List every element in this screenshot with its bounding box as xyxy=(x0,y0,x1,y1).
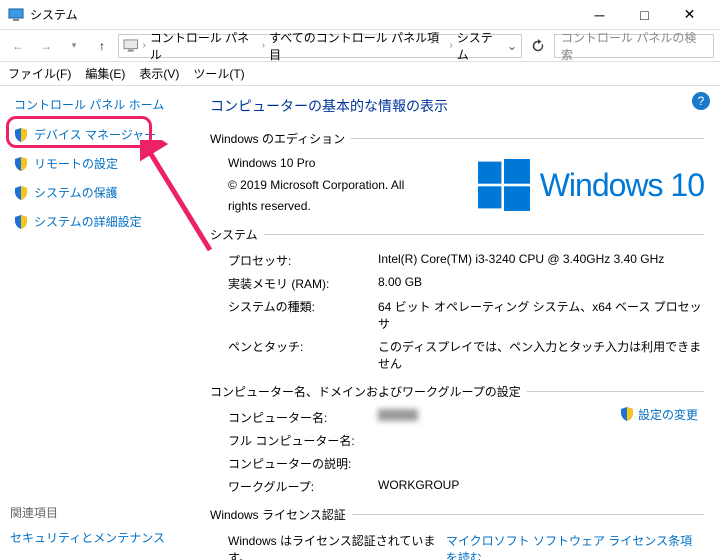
license-terms-link[interactable]: マイクロソフト ソフトウェア ライセンス条項を読む xyxy=(446,532,704,560)
wg-value: WORKGROUP xyxy=(378,478,704,495)
window-title: システム xyxy=(30,6,577,23)
sidebar-item-device-manager[interactable]: デバイス マネージャー xyxy=(10,123,192,146)
back-button[interactable]: ← xyxy=(6,34,30,58)
sidebar-heading[interactable]: コントロール パネル ホーム xyxy=(10,96,192,113)
sidebar-item-label: システムの詳細設定 xyxy=(34,213,142,230)
menu-edit[interactable]: 編集(E) xyxy=(85,65,125,82)
search-input[interactable]: コントロール パネルの検索 xyxy=(554,34,714,58)
chevron-right-icon: › xyxy=(262,40,265,51)
brand-text: Windows 10 xyxy=(540,167,704,204)
edition-name: Windows 10 Pro xyxy=(228,153,428,175)
titlebar: システム ─ □ ✕ xyxy=(0,0,720,30)
page-title: コンピューターの基本的な情報の表示 xyxy=(210,96,704,116)
type-value: 64 ビット オペレーティング システム、x64 ベース プロセッサ xyxy=(378,298,704,332)
up-button[interactable]: ↑ xyxy=(90,34,114,58)
crumb-all-items[interactable]: すべてのコントロール パネル項目 xyxy=(269,29,445,63)
fullname-label: フル コンピューター名: xyxy=(228,432,378,449)
chevron-right-icon: › xyxy=(143,40,146,51)
windows-logo: Windows 10 xyxy=(478,153,704,218)
forward-button: → xyxy=(34,34,58,58)
pen-label: ペンとタッチ: xyxy=(228,338,378,372)
section-activation: Windows ライセンス認証 xyxy=(210,506,346,523)
sidebar-item-label: システムの保護 xyxy=(34,184,118,201)
wg-label: ワークグループ: xyxy=(228,478,378,495)
help-button[interactable]: ? xyxy=(692,92,710,110)
sidebar: コントロール パネル ホーム デバイス マネージャー リモートの設定 システムの… xyxy=(0,86,192,560)
crumb-system[interactable]: システム xyxy=(457,29,503,63)
menu-view[interactable]: 表示(V) xyxy=(139,65,179,82)
menu-file[interactable]: ファイル(F) xyxy=(8,65,71,82)
sidebar-item-advanced[interactable]: システムの詳細設定 xyxy=(10,210,192,233)
pen-value: このディスプレイでは、ペン入力とタッチ入力は利用できません xyxy=(378,338,704,372)
main-panel: ? コンピューターの基本的な情報の表示 Windows のエディション Wind… xyxy=(192,86,720,560)
activation-status: Windows はライセンス認証されています。 xyxy=(228,532,439,560)
section-cname: コンピューター名、ドメインおよびワークグループの設定 xyxy=(210,383,521,400)
maximize-button[interactable]: □ xyxy=(622,0,667,30)
ram-label: 実装メモリ (RAM): xyxy=(228,275,378,292)
minimize-button[interactable]: ─ xyxy=(577,0,622,30)
search-placeholder: コントロール パネルの検索 xyxy=(561,29,707,63)
cpu-label: プロセッサ: xyxy=(228,252,378,269)
menu-tools[interactable]: ツール(T) xyxy=(193,65,244,82)
change-settings-link[interactable]: 設定の変更 xyxy=(620,406,698,423)
ram-value: 8.00 GB xyxy=(378,275,704,292)
sidebar-item-label: リモートの設定 xyxy=(34,155,118,172)
shield-icon xyxy=(620,407,634,421)
section-edition: Windows のエディション xyxy=(210,130,345,147)
pc-icon xyxy=(123,38,139,54)
sidebar-item-label: デバイス マネージャー xyxy=(34,126,156,143)
shield-icon xyxy=(14,128,28,142)
related-link-security[interactable]: セキュリティとメンテナンス xyxy=(10,529,165,546)
close-button[interactable]: ✕ xyxy=(667,0,712,30)
chevron-right-icon: › xyxy=(449,40,452,51)
desc-label: コンピューターの説明: xyxy=(228,455,378,472)
shield-icon xyxy=(14,215,28,229)
crumb-control-panel[interactable]: コントロール パネル xyxy=(150,29,258,63)
related-heading: 関連項目 xyxy=(10,504,165,521)
refresh-button[interactable] xyxy=(526,34,550,58)
copyright: © 2019 Microsoft Corporation. All rights… xyxy=(228,175,428,218)
navbar: ← → ▾ ↑ › コントロール パネル › すべてのコントロール パネル項目 … xyxy=(0,30,720,62)
menubar: ファイル(F) 編集(E) 表示(V) ツール(T) xyxy=(0,62,720,86)
system-icon xyxy=(8,7,24,23)
sidebar-item-protection[interactable]: システムの保護 xyxy=(10,181,192,204)
recent-dropdown[interactable]: ▾ xyxy=(62,34,86,58)
cname-value-redacted xyxy=(378,409,418,421)
type-label: システムの種類: xyxy=(228,298,378,332)
shield-icon xyxy=(14,186,28,200)
cname-label: コンピューター名: xyxy=(228,409,378,426)
sidebar-item-remote[interactable]: リモートの設定 xyxy=(10,152,192,175)
cpu-value: Intel(R) Core(TM) i3-3240 CPU @ 3.40GHz … xyxy=(378,252,704,269)
section-system: システム xyxy=(210,226,258,243)
address-bar[interactable]: › コントロール パネル › すべてのコントロール パネル項目 › システム ⌄ xyxy=(118,34,522,58)
address-dropdown-icon[interactable]: ⌄ xyxy=(507,39,517,53)
shield-icon xyxy=(14,157,28,171)
